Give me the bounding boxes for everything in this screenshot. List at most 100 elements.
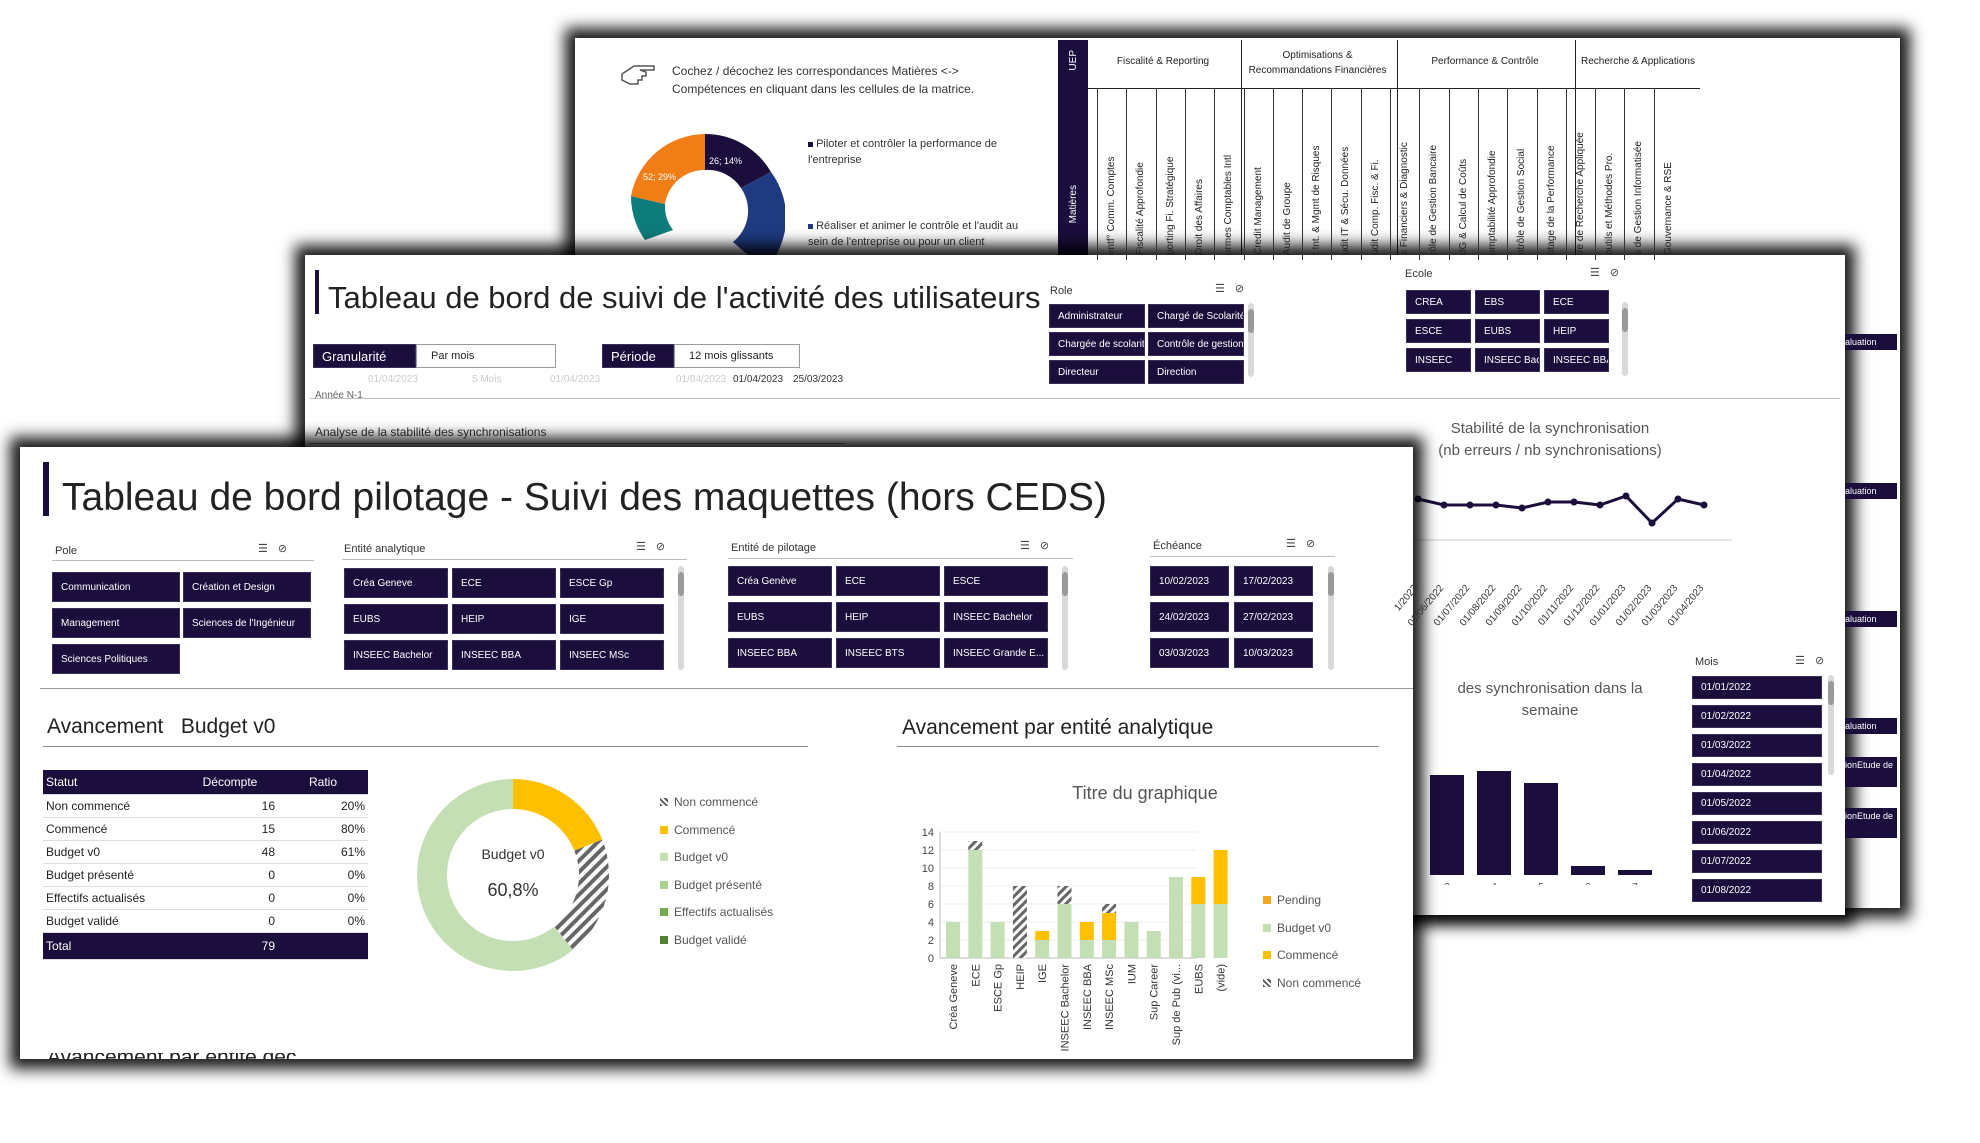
entite-button[interactable]: EUBS: [344, 604, 448, 634]
mois-scrollbar[interactable]: [1828, 675, 1834, 775]
echeance-scrollbar[interactable]: [1328, 566, 1334, 670]
matrix-column-label: ormes Comptables Intl: [1223, 154, 1235, 255]
mois-button[interactable]: 01/06/2022: [1692, 821, 1822, 844]
periode-select[interactable]: 12 mois glissants: [674, 344, 800, 368]
pilotage-scrollbar[interactable]: [1062, 566, 1068, 670]
legend-item: Commencé: [660, 823, 735, 837]
role-button[interactable]: Chargé de Scolarité: [1148, 304, 1244, 328]
bar-budget-v0: [1146, 931, 1161, 958]
side-tab[interactable]: aluation: [1845, 611, 1897, 627]
pilotage-button[interactable]: INSEEC Grande E...: [944, 638, 1048, 668]
role-button[interactable]: Administrateur: [1049, 304, 1145, 328]
ecole-button[interactable]: EUBS: [1475, 319, 1540, 343]
ecole-scrollbar[interactable]: [1622, 302, 1628, 376]
role-button[interactable]: Direction: [1148, 360, 1244, 384]
pilotage-button[interactable]: HEIP: [836, 602, 940, 632]
echeance-button[interactable]: 17/02/2023: [1234, 566, 1313, 596]
sync-title-line: semaine: [1521, 702, 1579, 719]
pole-button[interactable]: Communication: [52, 572, 180, 602]
mois-button[interactable]: 01/07/2022: [1692, 850, 1822, 873]
granularite-select[interactable]: Par mois: [416, 344, 556, 368]
role-button[interactable]: Directeur: [1049, 360, 1145, 384]
side-tab[interactable]: aluation: [1845, 718, 1897, 734]
ecole-slicer-icons[interactable]: ☰⊘: [1590, 266, 1629, 279]
role-button[interactable]: Chargée de scolarité: [1049, 332, 1145, 356]
pole-button[interactable]: Sciences Politiques: [52, 644, 180, 674]
matrix-column-label: porting Fi. Stratégique: [1164, 156, 1176, 255]
role-slicer-icons[interactable]: ☰⊘: [1215, 282, 1254, 295]
echeance-button[interactable]: 10/02/2023: [1150, 566, 1229, 596]
ecole-button[interactable]: EBS: [1475, 290, 1540, 314]
entite-button[interactable]: INSEEC Bachelor: [344, 640, 448, 670]
sync-x-label: 4: [1491, 882, 1497, 885]
pole-button[interactable]: Création et Design: [183, 572, 311, 602]
entite-scrollbar[interactable]: [678, 566, 684, 670]
pointing-hand-icon: [620, 60, 662, 90]
echeance-button[interactable]: 10/03/2023: [1234, 638, 1313, 668]
pilotage-button[interactable]: INSEEC BBA: [728, 638, 832, 668]
ecole-button[interactable]: INSEEC: [1406, 348, 1471, 372]
mois-button[interactable]: 01/05/2022: [1692, 792, 1822, 815]
x-tick-label: ESCE Gp: [993, 964, 1005, 1012]
entite-button[interactable]: Créa Geneve: [344, 568, 448, 598]
timeline-label: 01/04/2023: [368, 374, 419, 385]
divider: [728, 558, 1073, 559]
entite-button[interactable]: IGE: [560, 604, 664, 634]
mois-slicer-icons[interactable]: ☰⊘: [1795, 654, 1834, 667]
entite-button[interactable]: INSEEC MSc: [560, 640, 664, 670]
stability-point: [1674, 495, 1682, 503]
role-button[interactable]: Contrôle de gestion: [1148, 332, 1244, 356]
table-row: Commencé 15 80%: [43, 817, 368, 841]
table-cell: 0: [182, 909, 278, 933]
echeance-button[interactable]: 03/03/2023: [1150, 638, 1229, 668]
matrix-column-line: [1477, 88, 1479, 260]
ecole-button[interactable]: ECE: [1544, 290, 1609, 314]
pilotage-button[interactable]: ESCE: [944, 566, 1048, 596]
group-divider: [1241, 40, 1242, 260]
pilotage-button[interactable]: EUBS: [728, 602, 832, 632]
entite-button[interactable]: INSEEC BBA: [452, 640, 556, 670]
group-optimisations: Optimisations & Recommandations Financiè…: [1248, 50, 1387, 76]
ecole-button[interactable]: ESCE: [1406, 319, 1471, 343]
ecole-button[interactable]: INSEEC Bach...: [1475, 348, 1540, 372]
pilotage-title: Tableau de bord pilotage - Suivi des maq…: [62, 476, 1107, 519]
table-row: Budget v0 48 61%: [43, 840, 368, 864]
pole-button[interactable]: Management: [52, 608, 180, 638]
table-header: Ratio: [278, 770, 368, 795]
pilotage-slicer-icons[interactable]: ☰⊘: [1020, 539, 1059, 552]
entite-button[interactable]: HEIP: [452, 604, 556, 634]
divider: [1150, 556, 1335, 557]
matrix-column-label: outils et Méthodes Pro.: [1604, 152, 1616, 255]
side-tab[interactable]: ionEtude de: [1845, 757, 1897, 787]
side-tab[interactable]: aluation: [1845, 483, 1897, 499]
mois-button[interactable]: 01/08/2022: [1692, 879, 1822, 902]
side-tab[interactable]: aluation: [1845, 334, 1897, 350]
timeline-label: 01/04/2023: [676, 374, 727, 385]
pole-slicer-icons[interactable]: ☰⊘: [258, 542, 297, 555]
legend-swatch: [660, 825, 668, 834]
entite-slicer-icons[interactable]: ☰⊘: [636, 540, 675, 553]
table-row: Budget validé 0 0%: [43, 909, 368, 933]
echeance-button[interactable]: 27/02/2023: [1234, 602, 1313, 632]
timeline-label: 01/04/2023: [550, 374, 601, 385]
pilotage-button[interactable]: INSEEC Bachelor: [944, 602, 1048, 632]
mois-button[interactable]: 01/03/2022: [1692, 734, 1822, 757]
ecole-button[interactable]: CREA: [1406, 290, 1471, 314]
entite-button[interactable]: ECE: [452, 568, 556, 598]
ecole-button[interactable]: INSEEC BBA: [1544, 348, 1609, 372]
stacked-legend-item: Pending: [1263, 893, 1321, 907]
pole-button[interactable]: Sciences de l'Ingénieur: [183, 608, 311, 638]
side-tab[interactable]: ionEtude de: [1845, 808, 1897, 838]
pilotage-button[interactable]: ECE: [836, 566, 940, 596]
entite-button[interactable]: ESCE Gp: [560, 568, 664, 598]
mois-button[interactable]: 01/04/2022: [1692, 763, 1822, 786]
mois-button[interactable]: 01/02/2022: [1692, 705, 1822, 728]
mois-button[interactable]: 01/01/2022: [1692, 676, 1822, 699]
legend-swatch: [1263, 978, 1271, 987]
echeance-slicer-icons[interactable]: ☰⊘: [1286, 537, 1325, 550]
pilotage-button[interactable]: INSEEC BTS: [836, 638, 940, 668]
echeance-button[interactable]: 24/02/2023: [1150, 602, 1229, 632]
pilotage-button[interactable]: Créa Genève: [728, 566, 832, 596]
role-scrollbar[interactable]: [1248, 303, 1254, 377]
ecole-button[interactable]: HEIP: [1544, 319, 1609, 343]
